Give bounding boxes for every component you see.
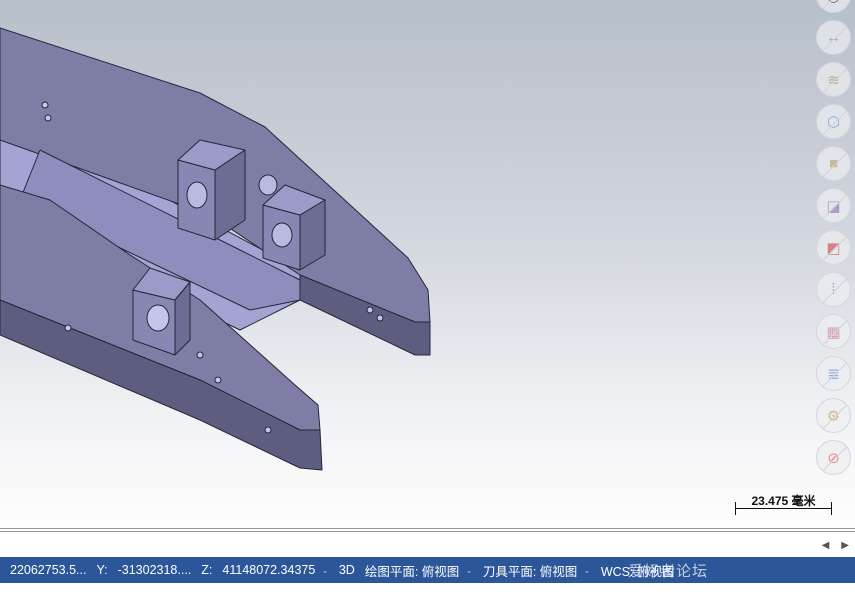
settings-button[interactable]: ⚙ [816, 398, 851, 433]
drawing-plane-selector[interactable]: 绘图平面: 俯视图 [365, 561, 459, 580]
x-coordinate: 22062753.5... [10, 563, 87, 577]
prohibit-icon: ⊘ [827, 449, 840, 467]
bore-4 [146, 304, 170, 332]
color-grid-icon: ▦ [826, 323, 841, 341]
solid-box-icon: ■ [828, 155, 839, 172]
y-label: Y: [96, 563, 108, 577]
scale-tick [735, 502, 736, 515]
graphics-viewport[interactable]: ◎ ↔ ≋ ⬡ ■ ◪ ◩ ⁞ ▦ ≣ ⚙ ⊘ 23.475 毫米 [0, 0, 855, 528]
scale-label: 23.475 毫米 [751, 494, 816, 508]
tool-plane-selector[interactable]: 刀具平面: 俯视图 [483, 561, 577, 580]
send-back-button[interactable]: ◪ [816, 188, 851, 223]
wireframe-button[interactable]: ⬡ [816, 104, 851, 139]
view-icon: ◎ [827, 0, 840, 5]
bore-1 [186, 181, 208, 209]
wireframe-box-icon: ⬡ [826, 113, 841, 131]
bring-front-button[interactable]: ◩ [816, 230, 851, 265]
bore-2 [271, 222, 293, 248]
surface-icon: ≋ [827, 71, 840, 89]
viewport-divider [0, 528, 855, 532]
tab-scroller: ◀ ▶ [822, 540, 849, 551]
y-coordinate: -31302318.... [117, 563, 192, 577]
solid-button[interactable]: ■ [816, 146, 851, 181]
level-tag-icon: ⁞ [831, 281, 836, 298]
chevron-down-icon[interactable]: ⌄ [583, 565, 591, 576]
level-button[interactable]: ⁞ [816, 272, 851, 307]
view-mode-toggle[interactable]: 3D [339, 563, 355, 577]
z-coordinate: 41148072.34375 [222, 563, 316, 577]
front-square-icon: ◩ [826, 239, 841, 257]
scroll-left-icon[interactable]: ◀ [822, 540, 830, 551]
scroll-right-icon[interactable]: ▶ [841, 540, 849, 551]
color-button[interactable]: ▦ [816, 314, 851, 349]
coordinate-dropdown-icon[interactable]: ⌄ [321, 565, 329, 576]
layers-button[interactable]: ≣ [816, 356, 851, 391]
surface-button[interactable]: ≋ [816, 62, 851, 97]
clear-button[interactable]: ⊘ [816, 440, 851, 475]
right-toolbar: ◎ ↔ ≋ ⬡ ■ ◪ ◩ ⁞ ▦ ≣ ⚙ ⊘ [816, 0, 851, 475]
scale-tick [831, 502, 832, 515]
view-button[interactable]: ◎ [816, 0, 851, 13]
gear-icon: ⚙ [826, 407, 841, 425]
3d-model [0, 27, 431, 471]
layers-icon: ≣ [827, 365, 840, 383]
z-label: Z: [201, 563, 213, 577]
back-square-icon: ◪ [826, 197, 841, 215]
measure-icon: ↔ [826, 29, 841, 46]
watermark: 爱好者论坛 WWW.UGSNX.COM [628, 563, 780, 598]
scale-line [735, 508, 832, 509]
measure-button[interactable]: ↔ [816, 20, 851, 55]
chevron-down-icon[interactable]: ⌄ [465, 565, 473, 576]
scale-bar: 23.475 毫米 [735, 492, 832, 516]
bore-3 [258, 174, 278, 196]
